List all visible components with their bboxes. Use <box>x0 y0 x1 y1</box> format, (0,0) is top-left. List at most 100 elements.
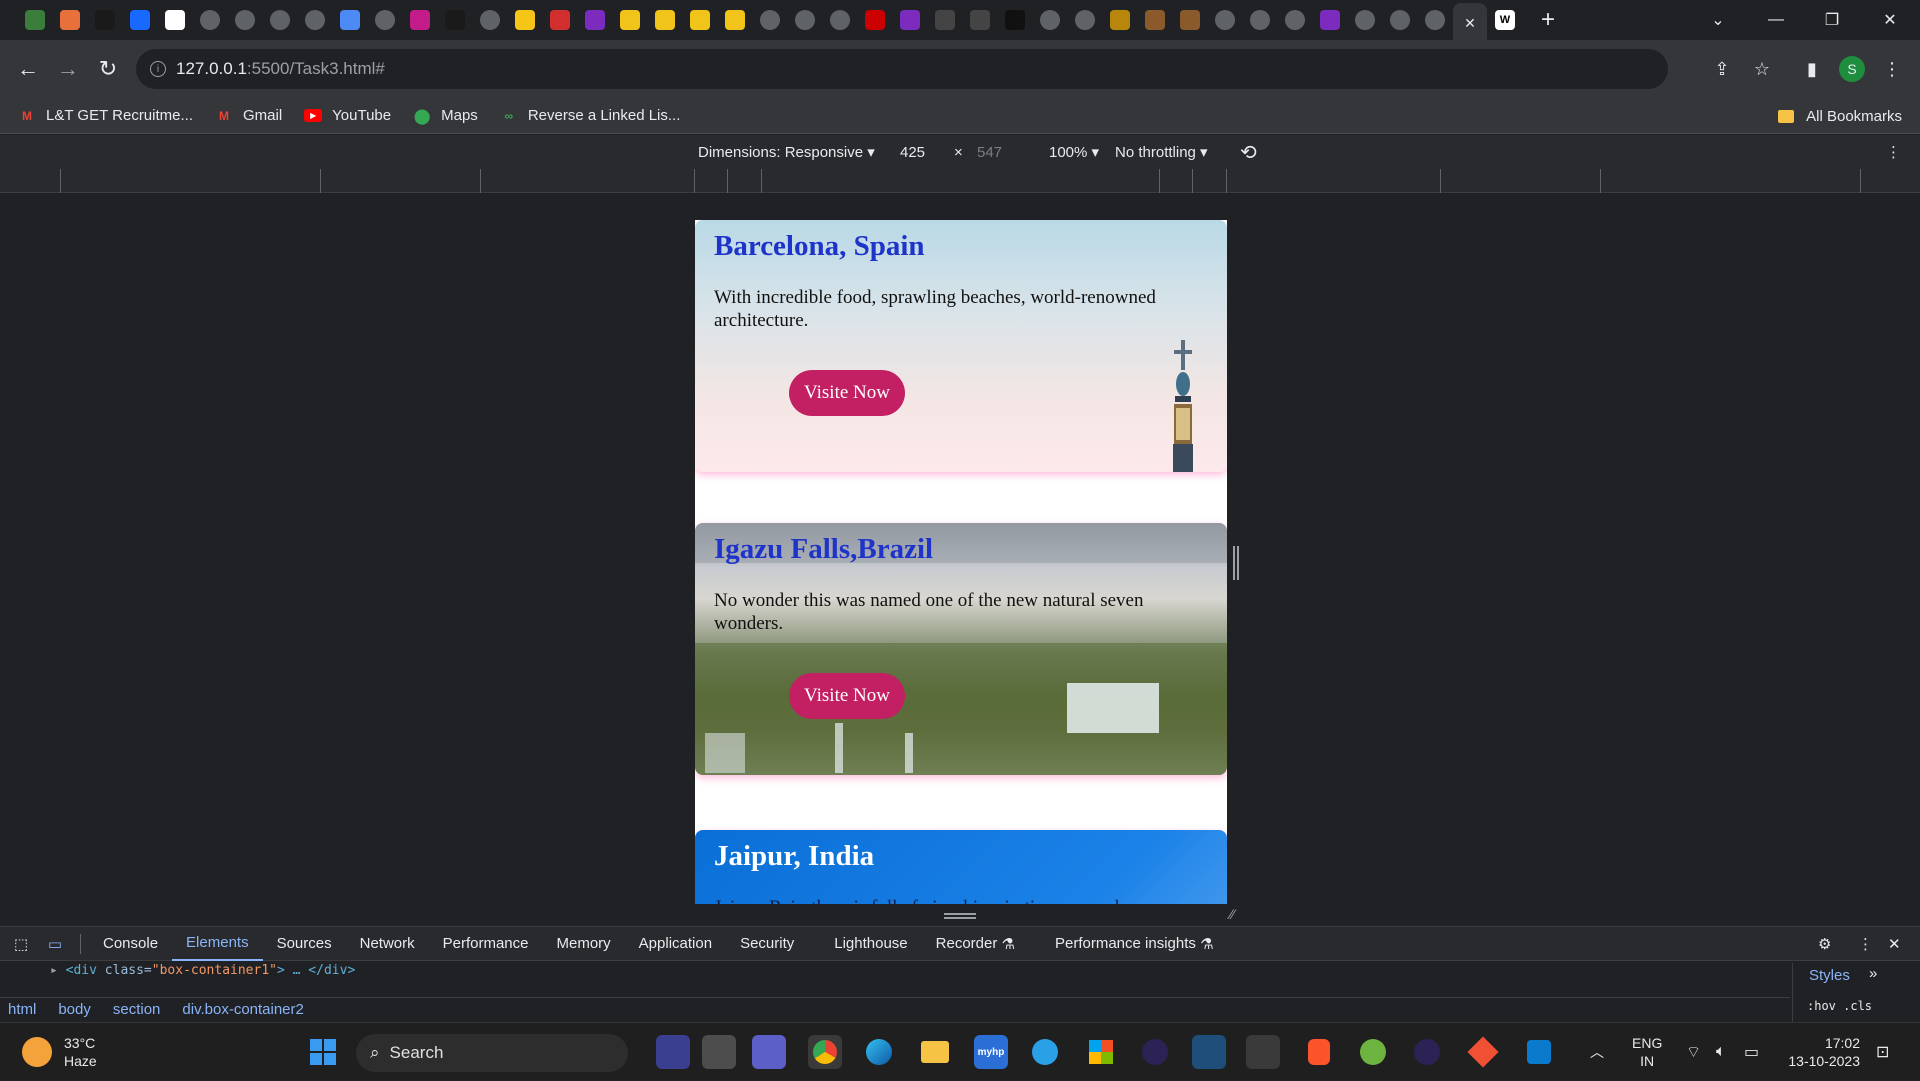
browser-tab[interactable] <box>893 3 927 37</box>
browser-tab[interactable] <box>543 3 577 37</box>
back-icon[interactable]: ← <box>10 51 46 87</box>
close-window-icon[interactable]: ✕ <box>1862 0 1918 40</box>
side-panel-icon[interactable]: ▮ <box>1794 49 1830 89</box>
forward-icon[interactable]: → <box>50 51 86 87</box>
task-view-icon[interactable] <box>702 1035 736 1069</box>
tab-performance[interactable]: Performance <box>429 927 543 961</box>
browser-tab[interactable] <box>1348 3 1382 37</box>
browser-tab[interactable] <box>1068 3 1102 37</box>
bookmark-star-icon[interactable]: ☆ <box>1744 49 1780 89</box>
browser-tab[interactable] <box>1033 3 1067 37</box>
tab-performance-insights[interactable]: Performance insights ⚗ <box>1041 927 1228 961</box>
file-explorer-icon[interactable] <box>918 1035 952 1069</box>
tab-recorder[interactable]: Recorder ⚗ <box>922 927 1029 961</box>
browser-tab[interactable] <box>368 3 402 37</box>
browser-tab[interactable] <box>193 3 227 37</box>
browser-tab[interactable] <box>1243 3 1277 37</box>
share-icon[interactable]: ⇪ <box>1704 49 1740 89</box>
browser-tab[interactable] <box>53 3 87 37</box>
tab-memory[interactable]: Memory <box>543 927 625 961</box>
browser-tab[interactable] <box>718 3 752 37</box>
myhp-icon[interactable]: myhp <box>974 1035 1008 1069</box>
browser-tab[interactable] <box>158 3 192 37</box>
tab-sources[interactable]: Sources <box>263 927 346 961</box>
browser-tab[interactable] <box>403 3 437 37</box>
address-bar[interactable]: i 127.0.0.1:5500/Task3.html# <box>136 49 1668 89</box>
bookmark-item[interactable]: M L&T GET Recruitme... <box>18 107 193 124</box>
browser-tab[interactable] <box>928 3 962 37</box>
browser-tab[interactable] <box>963 3 997 37</box>
weather-widget[interactable]: 33°C Haze <box>22 1023 97 1081</box>
volume-icon[interactable]: 🔈︎ <box>1716 1023 1726 1081</box>
browser-tab[interactable] <box>823 3 857 37</box>
tab-lighthouse[interactable]: Lighthouse <box>820 927 921 961</box>
browser-tab[interactable] <box>123 3 157 37</box>
battery-icon[interactable]: ▭ <box>1744 1023 1759 1081</box>
language-indicator[interactable]: ENG IN <box>1632 1023 1662 1081</box>
store-icon[interactable] <box>1084 1035 1118 1069</box>
browser-tab[interactable] <box>333 3 367 37</box>
bookmark-item[interactable]: ∞ Reverse a Linked Lis... <box>500 107 681 124</box>
browser-tab[interactable] <box>648 3 682 37</box>
browser-tab[interactable] <box>578 3 612 37</box>
tab-search-icon[interactable]: ⌄ <box>1690 0 1746 40</box>
browser-tab[interactable] <box>753 3 787 37</box>
visit-now-button[interactable]: Visite Now <box>789 673 905 719</box>
browser-tab[interactable] <box>438 3 472 37</box>
height-input[interactable]: 547 <box>977 144 1002 161</box>
wifi-icon[interactable]: ⌔ <box>1686 1023 1701 1081</box>
close-devtools-icon[interactable]: ✕ <box>1888 935 1901 953</box>
browser-tab[interactable] <box>1278 3 1312 37</box>
browser-tab[interactable] <box>1103 3 1137 37</box>
tab-security[interactable]: Security <box>726 927 808 961</box>
bookmark-item[interactable]: ▶ YouTube <box>304 107 391 124</box>
maximize-icon[interactable]: ❐ <box>1804 0 1860 40</box>
right-resize-handle[interactable] <box>1232 546 1240 580</box>
browser-tab[interactable] <box>1173 3 1207 37</box>
git-icon[interactable] <box>1466 1035 1500 1069</box>
spring-icon[interactable] <box>1356 1035 1390 1069</box>
browser-tab[interactable] <box>508 3 542 37</box>
chrome-icon[interactable] <box>808 1035 842 1069</box>
tab-styles[interactable]: Styles <box>1809 967 1850 984</box>
reload-icon[interactable]: ↻ <box>90 51 126 87</box>
breadcrumb-item[interactable]: body <box>58 1001 91 1018</box>
throttling-select[interactable]: No throttling ▾ <box>1115 143 1208 161</box>
media-query-ruler[interactable] <box>0 169 1920 193</box>
breadcrumb-item[interactable]: div.box-container2 <box>182 1001 303 1018</box>
avatar[interactable]: S <box>1834 49 1870 89</box>
close-tab-icon[interactable]: ✕ <box>1464 15 1476 32</box>
device-toggle-icon[interactable]: ▭ <box>38 927 72 961</box>
app-icon[interactable] <box>1192 1035 1226 1069</box>
browser-tab[interactable] <box>88 3 122 37</box>
eclipse-icon[interactable] <box>1138 1035 1172 1069</box>
tab-console[interactable]: Console <box>89 927 172 961</box>
dom-tree-node[interactable]: ▸ <div class="box-container1"> … </div> <box>0 963 1790 983</box>
browser-tab[interactable] <box>1313 3 1347 37</box>
browser-tab[interactable] <box>228 3 262 37</box>
clock[interactable]: 17:02 13-10-2023 <box>1786 1023 1860 1081</box>
browser-tab[interactable] <box>18 3 52 37</box>
browser-tab[interactable] <box>998 3 1032 37</box>
expand-triangle-icon[interactable]: ▸ <box>50 963 58 978</box>
notepad-icon[interactable] <box>1246 1035 1280 1069</box>
browser-tab[interactable] <box>788 3 822 37</box>
browser-tab[interactable] <box>263 3 297 37</box>
teams-icon[interactable] <box>752 1035 786 1069</box>
dimensions-select[interactable]: Dimensions: Responsive ▾ <box>698 143 875 161</box>
browser-tab[interactable] <box>858 3 892 37</box>
tab-network[interactable]: Network <box>346 927 429 961</box>
browser-tab[interactable] <box>1418 3 1452 37</box>
windows-start-icon[interactable] <box>306 1035 340 1069</box>
breadcrumb-item[interactable]: section <box>113 1001 161 1018</box>
browser-tab[interactable] <box>298 3 332 37</box>
more-tabs-icon[interactable]: » <box>1869 965 1877 982</box>
browser-tab[interactable] <box>1208 3 1242 37</box>
style-filter-hint[interactable]: :hov .cls <box>1807 999 1872 1013</box>
browser-tab[interactable]: W <box>1488 3 1522 37</box>
show-hidden-icons[interactable]: ︿ <box>1590 1023 1604 1081</box>
bookmark-item[interactable]: M Gmail <box>215 107 282 124</box>
tab-application[interactable]: Application <box>625 927 726 961</box>
bottom-resize-handle[interactable] <box>944 912 976 920</box>
browser-tab[interactable] <box>1383 3 1417 37</box>
